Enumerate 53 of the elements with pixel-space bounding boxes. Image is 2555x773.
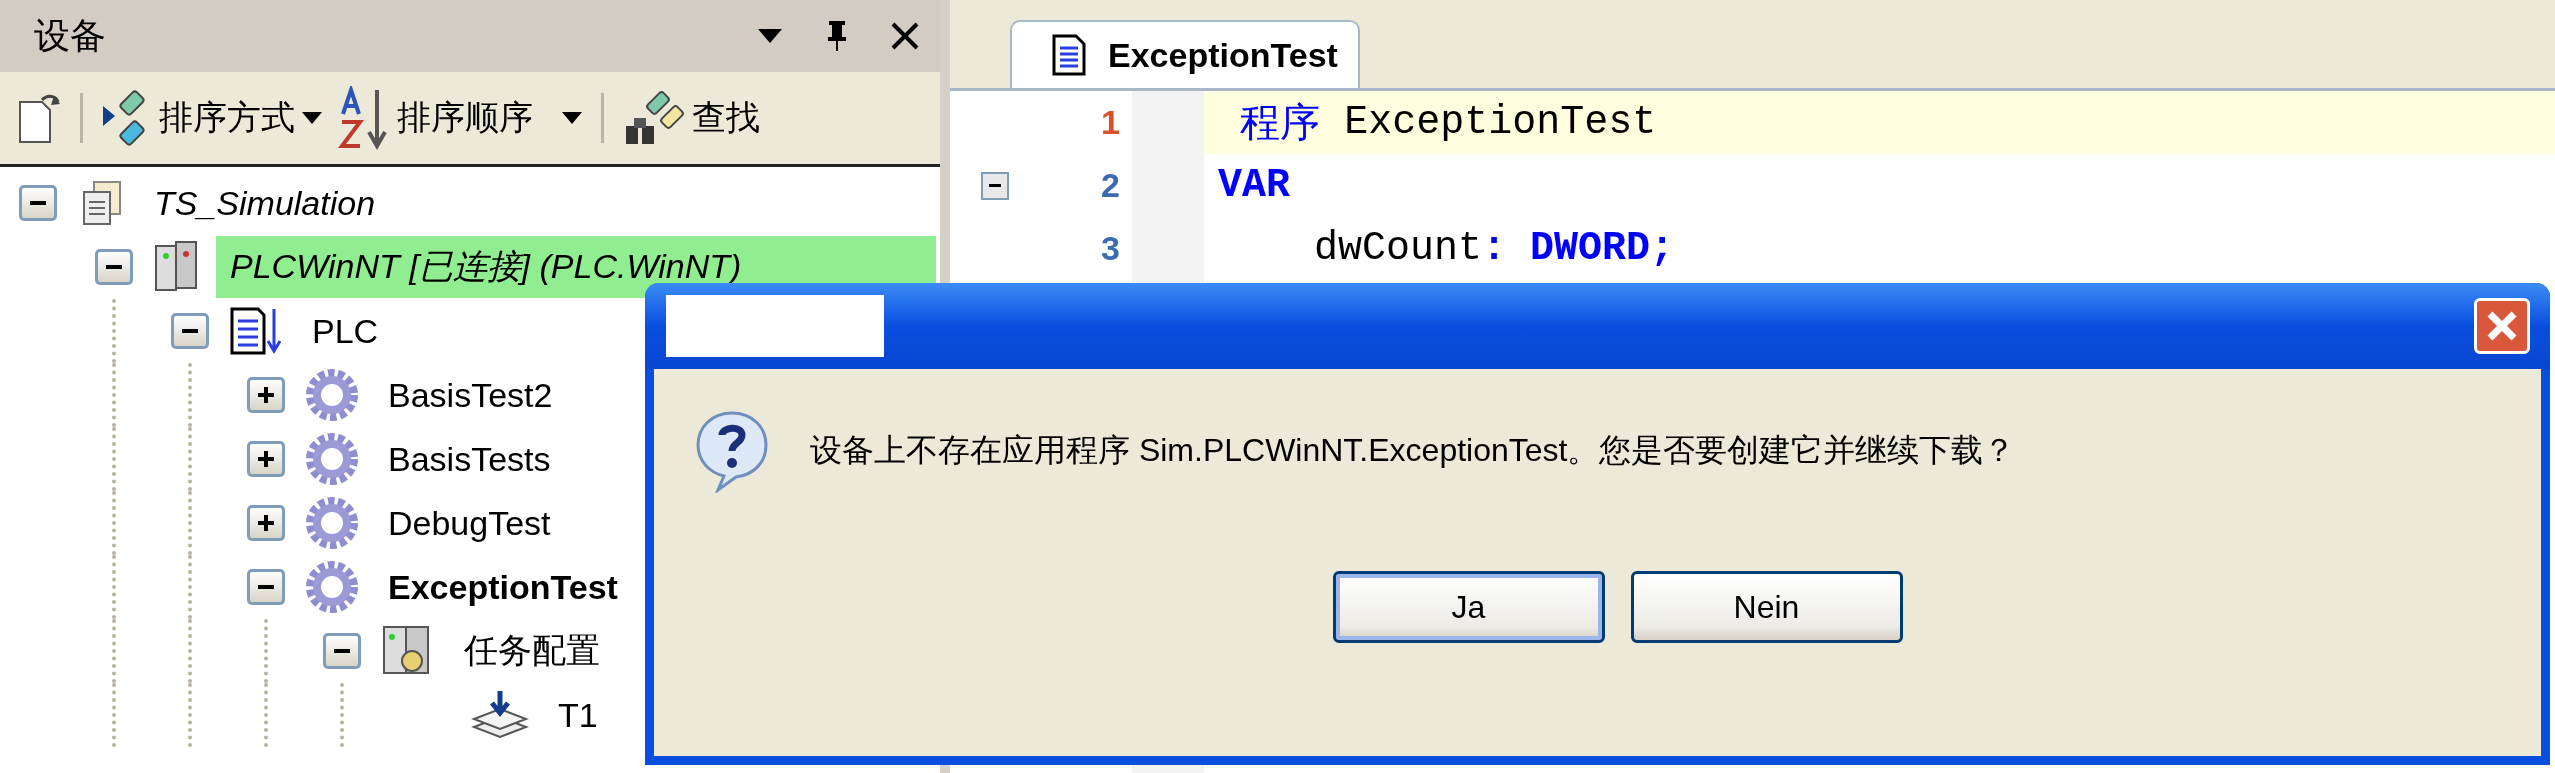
- editor-tab[interactable]: ExceptionTest: [1010, 20, 1360, 88]
- line-number: 2: [1100, 165, 1120, 206]
- plus-icon: [255, 384, 277, 406]
- tree-item[interactable]: T1: [544, 687, 612, 743]
- collapse-button[interactable]: [171, 313, 209, 349]
- sort-by-button[interactable]: 排序方式: [97, 84, 327, 152]
- gear-icon: [304, 367, 360, 423]
- minus-icon: [987, 184, 1003, 187]
- panel-title: 设备: [34, 13, 107, 58]
- tree-item[interactable]: 任务配置: [450, 620, 614, 682]
- close-button[interactable]: [2474, 298, 2530, 354]
- tree-item[interactable]: BasisTest2: [374, 367, 567, 423]
- tree-item[interactable]: PLC: [298, 303, 393, 359]
- expand-button[interactable]: [247, 377, 285, 413]
- line-number: 1: [1100, 102, 1120, 143]
- plus-icon: [255, 448, 277, 470]
- tree-item[interactable]: DebugTest: [374, 495, 565, 551]
- plus-icon: [255, 512, 277, 534]
- fold-button[interactable]: [981, 171, 1009, 200]
- code-line: VAR: [1217, 162, 1291, 210]
- close-icon[interactable]: [890, 21, 920, 51]
- minus-icon: [27, 201, 49, 205]
- caret-icon: [561, 111, 583, 125]
- find-button[interactable]: 查找: [618, 84, 764, 152]
- minus-icon: [255, 585, 277, 589]
- line-number: 3: [1100, 228, 1120, 269]
- minus-icon: [331, 649, 353, 653]
- expand-button[interactable]: [247, 505, 285, 541]
- dialog-button[interactable]: Ja: [1332, 571, 1605, 643]
- gear-icon: [304, 495, 360, 551]
- collapse-button[interactable]: [19, 185, 57, 221]
- tree-item[interactable]: BasisTests: [374, 431, 565, 487]
- dropdown-icon[interactable]: [756, 27, 784, 45]
- collapse-button[interactable]: [95, 249, 133, 285]
- question-icon: [694, 409, 770, 493]
- document-icon: [1052, 34, 1086, 76]
- stack-icon: [470, 689, 530, 741]
- tree-item[interactable]: TS_Simulation: [140, 175, 390, 231]
- tree-item[interactable]: PLCWinNT [已连接] (PLC.WinNT): [216, 236, 936, 298]
- dialog-button[interactable]: Nein: [1630, 571, 1903, 643]
- caret-icon: [301, 111, 323, 125]
- gear-icon: [304, 559, 360, 615]
- minus-icon: [179, 329, 201, 333]
- tree-item[interactable]: ExceptionTest: [374, 559, 632, 615]
- collapse-button[interactable]: [323, 633, 361, 669]
- dialog-message: 设备上不存在应用程序 Sim.PLCWinNT.ExceptionTest。您是否要创建它并继续下载？: [810, 431, 2016, 470]
- document-icon: [228, 305, 284, 357]
- gear-icon: [304, 431, 360, 487]
- sort-order-button[interactable]: 排序顺序: [333, 82, 587, 154]
- collapse-button[interactable]: [247, 569, 285, 605]
- minus-icon: [103, 265, 125, 269]
- code-line: dwCount: DWORD;: [1313, 225, 1676, 273]
- expand-button[interactable]: [247, 441, 285, 477]
